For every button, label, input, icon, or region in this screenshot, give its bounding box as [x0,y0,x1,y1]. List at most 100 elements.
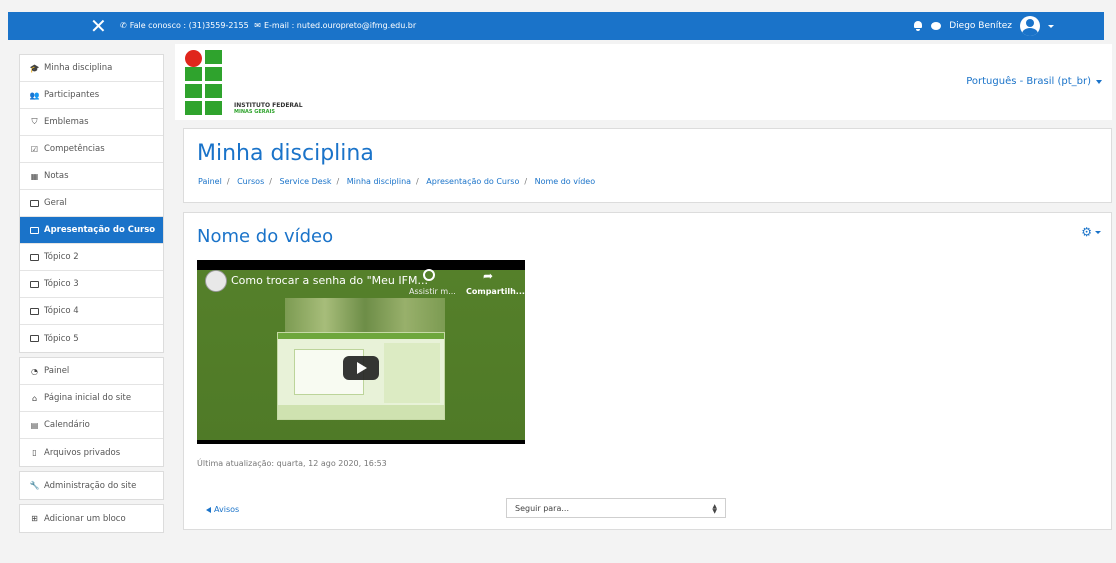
breadcrumb-item[interactable]: Apresentação do Curso [426,177,519,186]
contact-email[interactable]: E-mail : nuted.ouropreto@ifmg.edu.br [264,21,416,30]
sidebar-item-label: Adicionar um bloco [44,513,126,524]
breadcrumb-item[interactable]: Service Desk [280,177,332,186]
video-title[interactable]: Como trocar a senha do "Meu IFM... [231,274,428,287]
jump-to-label: Seguir para... [515,503,570,513]
sidebar-item-adicionar-bloco[interactable]: ⊞ Adicionar um bloco [20,505,163,532]
page-header: INSTITUTO FEDERAL MINAS GERAIS Português… [175,44,1112,120]
wrench-icon: 🔧 [29,481,40,490]
breadcrumb: Painel / Cursos / Service Desk / Minha disc… [198,177,596,186]
chevron-down-icon [1096,79,1102,84]
sidebar-item-topico-5[interactable]: Tópico 5 [20,325,163,352]
dashboard-icon: ◔ [31,366,38,376]
contact-info: ✆ Fale conosco : (31)3559-2155 ✉ E-mail : … [120,20,416,32]
file-icon: ▯ [32,448,37,457]
sidebar-admin: 🔧 Administração do site [19,471,164,500]
share-label[interactable]: Compartilh... [466,287,525,296]
course-header: Minha disciplina Painel / Cursos / Service… [183,128,1112,203]
breadcrumb-item[interactable]: Cursos [237,177,264,186]
envelope-icon: ✉ [254,21,261,30]
users-icon: 👥 [29,90,40,100]
prev-activity-link[interactable]: Avisos [206,505,239,514]
calendar-icon: ▤ [30,420,39,430]
watch-later-label[interactable]: Assistir m... [409,287,456,296]
plus-square-icon: ⊞ [31,514,38,523]
chevron-down-icon[interactable] [1048,24,1054,28]
contact-phone: Fale conosco : (31)3559-2155 [129,21,249,30]
breadcrumb-item[interactable]: Painel [198,177,222,186]
sidebar-item-emblemas[interactable]: ⛉ Emblemas [20,109,163,136]
sidebar-item-pagina-inicial[interactable]: ⌂ Página inicial do site [20,385,163,412]
folder-icon [29,199,40,207]
sidebar-item-competencias[interactable]: ☑ Competências [20,136,163,163]
sidebar-item-minha-disciplina[interactable]: 🎓 Minha disciplina [20,55,163,82]
breadcrumb-item[interactable]: Minha disciplina [347,177,411,186]
sidebar-item-geral[interactable]: Geral [20,190,163,217]
select-arrows-icon: ▲ ▼ [712,503,717,515]
channel-logo[interactable] [205,270,227,292]
settings-menu[interactable]: ⚙ [1081,225,1101,239]
breadcrumb-item[interactable]: Nome do vídeo [535,177,596,186]
arrow-left-icon [206,506,211,513]
top-navbar: ✕ ✆ Fale conosco : (31)3559-2155 ✉ E-mail … [8,12,1104,40]
language-label: Português - Brasil (pt_br) [966,76,1091,87]
chevron-down-icon [1095,230,1101,234]
logo-red-dot [185,50,202,67]
table-icon: ▦ [30,171,39,181]
sidebar-item-label: Calendário [44,420,90,430]
sidebar-item-label: Administração do site [44,480,137,491]
sidebar-item-label: Participantes [44,90,100,100]
ifmg-logo[interactable]: INSTITUTO FEDERAL MINAS GERAIS [185,50,325,116]
avatar[interactable] [1020,16,1040,36]
user-name[interactable]: Diego Benítez [949,21,1012,31]
sidebar-item-painel[interactable]: ◔ Painel [20,358,163,385]
sidebar-item-notas[interactable]: ▦ Notas [20,163,163,190]
last-updated: Última atualização: quarta, 12 ago 2020,… [197,459,387,468]
sidebar-item-label: Página inicial do site [44,393,132,403]
sidebar-item-topico-2[interactable]: Tópico 2 [20,244,163,271]
sidebar-item-label: Geral [44,198,67,208]
sidebar-item-apresentacao[interactable]: Apresentação do Curso [20,217,163,244]
sidebar-item-administracao[interactable]: 🔧 Administração do site [20,472,163,499]
sidebar-item-topico-4[interactable]: Tópico 4 [20,298,163,325]
page-title: Minha disciplina [197,141,374,166]
share-icon[interactable]: ➦ [483,269,493,283]
sidebar-site-nav: ◔ Painel ⌂ Página inicial do site ▤ Calendá… [19,357,164,467]
shield-icon: ⛉ [31,117,38,126]
sidebar-item-arquivos-privados[interactable]: ▯ Arquivos privados [20,439,163,466]
sidebar-item-label: Minha disciplina [44,63,113,73]
video-banner-image [285,298,445,332]
sidebar-add-block: ⊞ Adicionar um bloco [19,504,164,533]
chat-icon[interactable] [931,22,942,30]
sidebar-item-label: Apresentação do Curso [44,225,156,235]
sidebar-item-label: Competências [44,144,105,154]
sidebar-item-topico-3[interactable]: Tópico 3 [20,271,163,298]
close-icon[interactable]: ✕ [90,15,107,37]
main-content: Nome do vídeo ⚙ Como trocar a senha do "… [183,212,1112,530]
sidebar-item-calendario[interactable]: ▤ Calendário [20,412,163,439]
activity-title: Nome do vídeo [197,226,334,247]
user-area: Diego Benítez [913,16,1054,36]
sidebar-item-label: Tópico 4 [44,306,79,316]
gear-icon: ⚙ [1081,225,1092,239]
sidebar-item-label: Tópico 5 [44,333,79,344]
prev-activity-label: Avisos [214,505,240,514]
language-selector[interactable]: Português - Brasil (pt_br) [966,76,1102,87]
sidebar-item-label: Painel [44,366,70,376]
logo-text-line1: INSTITUTO FEDERAL [234,102,303,109]
home-icon: ⌂ [31,393,38,403]
phone-icon: ✆ [120,21,127,30]
bell-icon[interactable] [913,21,923,31]
sidebar-item-label: Notas [44,171,69,181]
sidebar-item-participantes[interactable]: 👥 Participantes [20,82,163,109]
sidebar-item-label: Emblemas [44,117,89,127]
sidebar-item-label: Tópico 3 [44,279,79,289]
sidebar: 🎓 Minha disciplina 👥 Participantes ⛉ Emblem… [19,54,164,537]
play-icon[interactable] [343,356,379,380]
clock-icon[interactable] [423,269,435,281]
sidebar-course-nav: 🎓 Minha disciplina 👥 Participantes ⛉ Emblem… [19,54,164,353]
jump-to-select[interactable]: Seguir para... ▲ ▼ [506,498,726,518]
folder-icon [29,307,40,315]
video-player[interactable]: Como trocar a senha do "Meu IFM... Assis… [197,260,525,444]
check-square-icon: ☑ [30,144,39,154]
sidebar-item-label: Tópico 2 [44,252,79,262]
